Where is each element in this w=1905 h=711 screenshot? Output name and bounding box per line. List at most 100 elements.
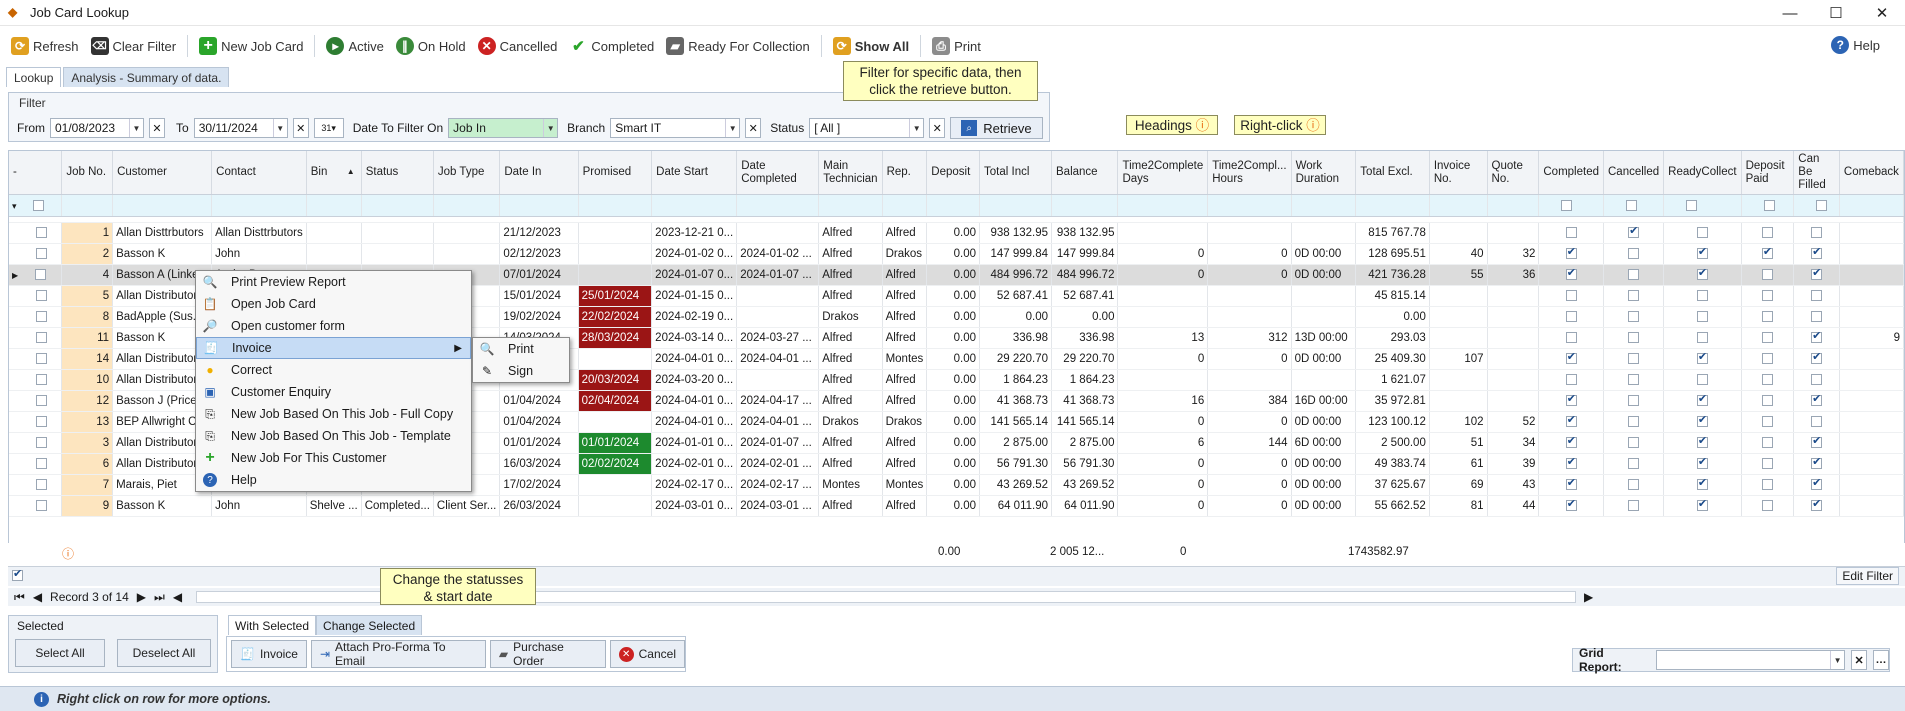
- cell-deppaid[interactable]: [1741, 222, 1795, 244]
- cancelled-checkbox[interactable]: [1628, 248, 1640, 260]
- filter-cell[interactable]: [1291, 194, 1357, 217]
- column-header[interactable]: Quote No.: [1487, 151, 1540, 195]
- cell-fill[interactable]: [1793, 369, 1840, 391]
- ready-checkbox[interactable]: [1696, 455, 1708, 470]
- cell-cancelled[interactable]: [1603, 411, 1665, 433]
- row-select-cell[interactable]: [9, 474, 63, 496]
- cell-deppaid[interactable]: [1741, 432, 1795, 454]
- column-header[interactable]: Completed: [1538, 151, 1604, 195]
- cell-cancelled[interactable]: [1603, 306, 1665, 328]
- deppaid-checkbox[interactable]: [1761, 395, 1773, 407]
- ready-checkbox[interactable]: [1696, 413, 1708, 428]
- cancelled-checkbox[interactable]: [1628, 458, 1640, 470]
- column-header[interactable]: Date Start: [651, 151, 738, 195]
- row-checkbox[interactable]: [36, 227, 47, 239]
- branch-select[interactable]: Smart IT ▼: [610, 118, 741, 138]
- context-menu-item[interactable]: ? Help: [196, 469, 471, 491]
- deppaid-checkbox[interactable]: [1761, 332, 1773, 344]
- row-select-cell[interactable]: [9, 306, 63, 328]
- tab-change-selected[interactable]: Change Selected: [316, 615, 423, 635]
- cancelled-checkbox[interactable]: [1628, 269, 1640, 281]
- row-checkbox[interactable]: [36, 311, 47, 323]
- row-checkbox[interactable]: [36, 290, 47, 302]
- cell-fill[interactable]: [1793, 243, 1840, 265]
- filter-cell[interactable]: [1117, 194, 1209, 217]
- column-header[interactable]: Bin ▲: [306, 151, 362, 195]
- cell-cancelled[interactable]: [1603, 495, 1665, 517]
- ready-checkbox[interactable]: [1696, 311, 1708, 323]
- cell-completed[interactable]: [1538, 411, 1604, 433]
- cell-cancelled[interactable]: [1603, 264, 1665, 286]
- cancelled-checkbox[interactable]: [1628, 353, 1640, 365]
- cell-ready[interactable]: [1663, 348, 1742, 370]
- context-menu-item[interactable]: ▣ Customer Enquiry: [196, 381, 471, 403]
- fill-checkbox[interactable]: [1811, 245, 1823, 260]
- column-header[interactable]: Total Incl: [979, 151, 1052, 195]
- chevron-down-icon[interactable]: ▼: [272, 119, 287, 137]
- cancelled-checkbox[interactable]: [1628, 290, 1640, 302]
- row-select-cell[interactable]: [9, 327, 63, 349]
- row-checkbox[interactable]: [36, 458, 47, 470]
- deppaid-checkbox[interactable]: [1761, 416, 1773, 428]
- cell-completed[interactable]: [1538, 495, 1604, 517]
- chevron-down-icon[interactable]: ▼: [909, 119, 923, 137]
- clear-filter-button[interactable]: ⌫ Clear Filter: [86, 33, 182, 59]
- submenu-item[interactable]: 🔍 Print: [473, 338, 569, 360]
- deselect-all-button[interactable]: Deselect All: [117, 639, 211, 667]
- to-date-input[interactable]: 30/11/2024 ▼: [193, 118, 288, 138]
- cell-fill[interactable]: [1793, 327, 1840, 349]
- row-checkbox[interactable]: [36, 353, 47, 365]
- column-header[interactable]: Balance: [1051, 151, 1119, 195]
- cell-cancelled[interactable]: [1603, 453, 1665, 475]
- deppaid-checkbox[interactable]: [1761, 290, 1773, 302]
- fill-checkbox[interactable]: [1811, 392, 1823, 407]
- cell-ready[interactable]: [1663, 495, 1742, 517]
- column-header[interactable]: Status: [361, 151, 434, 195]
- ready-checkbox[interactable]: [1696, 266, 1708, 281]
- fill-checkbox[interactable]: [1811, 476, 1823, 491]
- cell-cancelled[interactable]: [1603, 474, 1665, 496]
- clear-from-button[interactable]: ✕: [149, 118, 165, 138]
- cancelled-checkbox[interactable]: [1628, 416, 1640, 428]
- completed-checkbox[interactable]: [1565, 311, 1577, 323]
- print-button[interactable]: ⎙ Print: [927, 33, 986, 59]
- cell-cancelled[interactable]: [1603, 243, 1665, 265]
- fill-checkbox[interactable]: [1811, 455, 1823, 470]
- ready-checkbox[interactable]: [1696, 332, 1708, 344]
- column-header[interactable]: Customer: [112, 151, 213, 195]
- cell-completed[interactable]: [1538, 390, 1604, 412]
- row-select-cell[interactable]: [9, 348, 63, 370]
- fill-checkbox[interactable]: [1811, 350, 1823, 365]
- cell-deppaid[interactable]: [1741, 327, 1795, 349]
- retrieve-button[interactable]: ⌕ Retrieve: [950, 117, 1043, 139]
- cell-deppaid[interactable]: [1741, 453, 1795, 475]
- cell-fill[interactable]: [1793, 222, 1840, 244]
- column-header[interactable]: Job Type: [433, 151, 501, 195]
- cell-cancelled[interactable]: [1603, 222, 1665, 244]
- cell-completed[interactable]: [1538, 264, 1604, 286]
- deppaid-checkbox[interactable]: [1761, 374, 1773, 386]
- context-menu-item[interactable]: ⎘ New Job Based On This Job - Full Copy: [196, 403, 471, 425]
- filter-cell[interactable]: [1603, 194, 1665, 217]
- tab-lookup[interactable]: Lookup: [6, 67, 62, 87]
- cell-ready[interactable]: [1663, 369, 1742, 391]
- cell-fill[interactable]: [1793, 390, 1840, 412]
- completed-checkbox[interactable]: [1565, 245, 1577, 260]
- cell-fill[interactable]: [1793, 411, 1840, 433]
- cell-cancelled[interactable]: [1603, 369, 1665, 391]
- clear-status-button[interactable]: ✕: [929, 118, 946, 138]
- row-checkbox[interactable]: [35, 269, 47, 281]
- cell-ready[interactable]: [1663, 474, 1742, 496]
- cell-deppaid[interactable]: [1741, 243, 1795, 265]
- cell-fill[interactable]: [1793, 453, 1840, 475]
- row-checkbox[interactable]: [36, 479, 47, 491]
- cancelled-button[interactable]: ✕ Cancelled: [473, 33, 563, 59]
- prev-page-icon[interactable]: ◀: [33, 590, 42, 604]
- row-select-cell[interactable]: [9, 432, 63, 454]
- row-checkbox[interactable]: [36, 500, 47, 512]
- filter-cell[interactable]: [1741, 194, 1795, 217]
- cell-completed[interactable]: [1538, 243, 1604, 265]
- completed-checkbox[interactable]: [1565, 434, 1577, 449]
- filter-cell[interactable]: [1207, 194, 1292, 217]
- cell-fill[interactable]: [1793, 348, 1840, 370]
